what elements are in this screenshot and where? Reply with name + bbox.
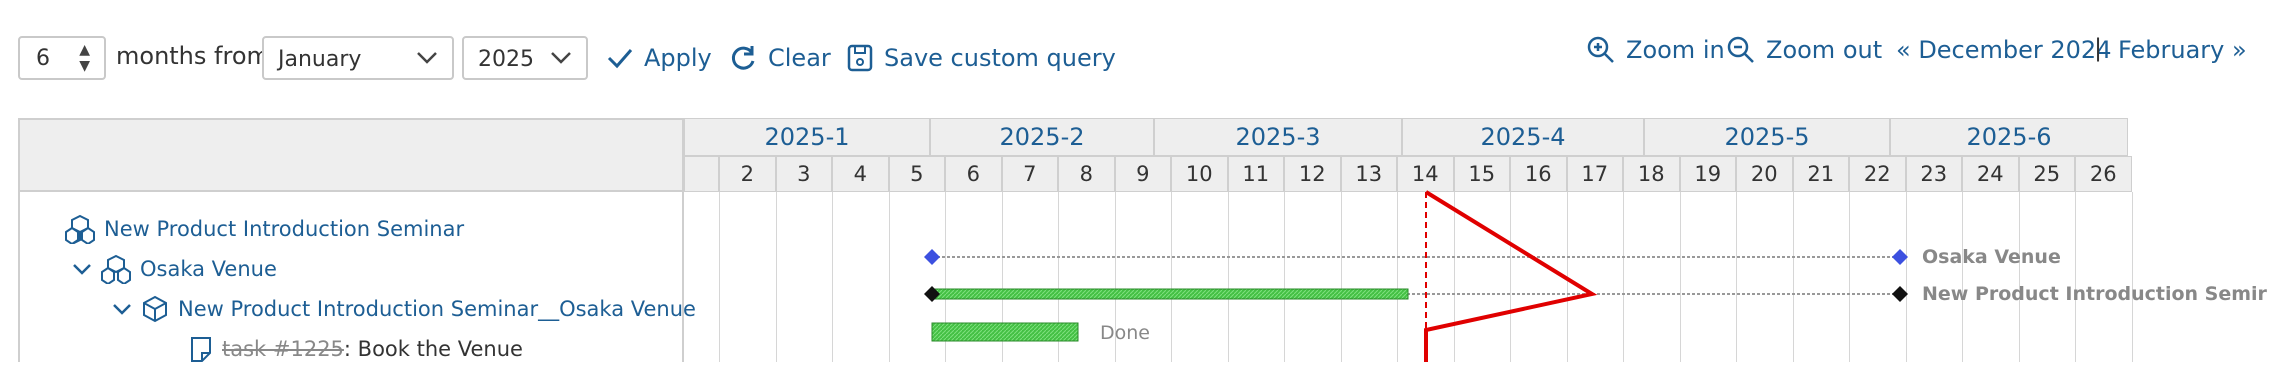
year-select-value: 2025 — [478, 47, 534, 72]
zoom-in-label: Zoom in — [1626, 36, 1725, 64]
version-progress-bar[interactable] — [931, 288, 1409, 300]
save-icon — [847, 44, 873, 72]
chevron-down-icon — [551, 52, 571, 64]
task-status-label: Done — [1100, 322, 1150, 344]
nav-separator: | — [2094, 34, 2103, 62]
apply-button[interactable]: Apply — [606, 36, 712, 80]
zoom-out-button[interactable]: Zoom out — [1726, 28, 1882, 72]
previous-month-link[interactable]: « December 2024 — [1896, 28, 2111, 72]
stepper-arrows-icon[interactable]: ▲ ▼ — [79, 42, 90, 74]
months-number-input[interactable]: 6 ▲ ▼ — [18, 36, 106, 80]
reload-icon — [731, 46, 755, 70]
zoom-out-label: Zoom out — [1766, 36, 1883, 64]
month-select-value: January — [278, 47, 362, 72]
progress-line — [1424, 190, 1598, 362]
year-select[interactable]: 2025 — [462, 36, 588, 80]
month-select[interactable]: January — [262, 36, 454, 80]
clear-label: Clear — [768, 44, 831, 72]
version-end-marker[interactable] — [1892, 286, 1908, 302]
save-custom-query-button[interactable]: Save custom query — [846, 36, 1116, 80]
task-bar[interactable] — [931, 322, 1079, 342]
gantt-bars — [924, 190, 1908, 362]
previous-month-label: « December 2024 — [1896, 36, 2112, 64]
chevron-down-icon — [417, 52, 437, 64]
save-custom-query-label: Save custom query — [884, 44, 1116, 72]
gantt-chart: New Product Introduction Seminar Osaka V… — [18, 118, 2267, 362]
checkmark-icon — [607, 49, 633, 69]
months-value: 6 — [36, 46, 50, 71]
subproject-start-marker[interactable] — [924, 249, 940, 265]
zoom-in-icon — [1587, 36, 1614, 63]
subproject-end-marker[interactable] — [1892, 249, 1908, 265]
zoom-in-button[interactable]: Zoom in — [1586, 28, 1725, 72]
subproject-bar-label: Osaka Venue — [1922, 246, 2061, 268]
gantt-toolbar: 6 ▲ ▼ months from January 2025 Apply Clea… — [0, 0, 2276, 110]
version-bar-label: New Product Introduction Semir — [1922, 283, 2267, 305]
next-month-label: February » — [2118, 36, 2247, 64]
zoom-out-icon — [1727, 36, 1754, 63]
version-start-marker[interactable] — [924, 286, 940, 302]
next-month-link[interactable]: February » — [2118, 28, 2247, 72]
clear-button[interactable]: Clear — [728, 36, 831, 80]
apply-label: Apply — [644, 44, 712, 72]
months-from-label: months from — [116, 42, 270, 70]
